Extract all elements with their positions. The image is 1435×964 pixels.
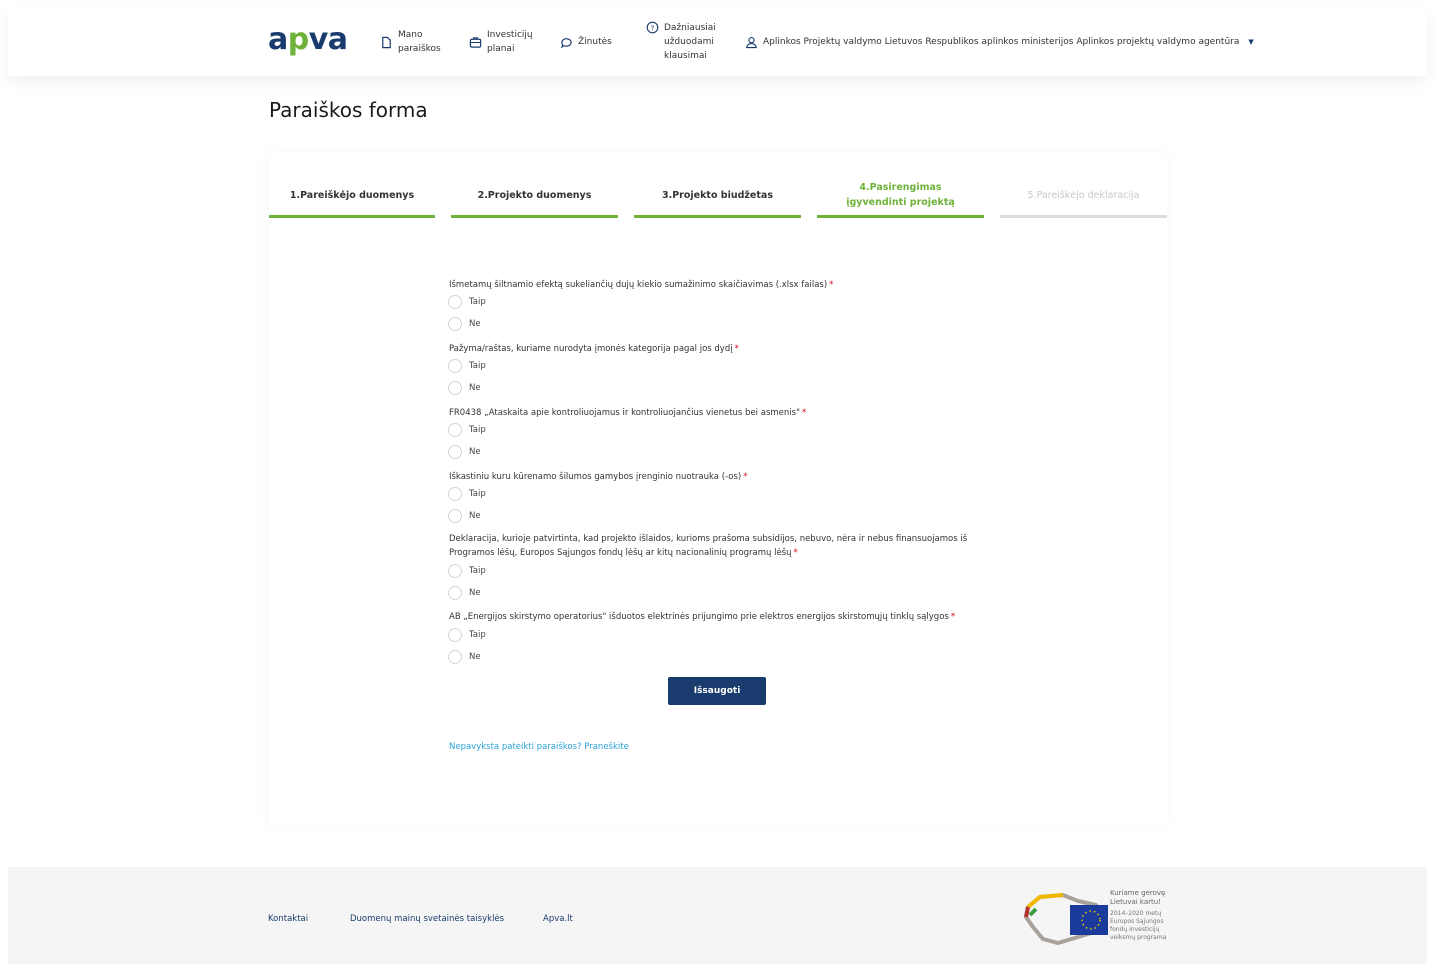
nav-my-applications[interactable]: Mano paraiškos bbox=[380, 8, 441, 76]
step-tab-4[interactable]: 4.Pasirengimas įgyvendinti projektą bbox=[817, 173, 984, 218]
footer-link-apva[interactable]: Apva.lt bbox=[543, 914, 573, 924]
radio-button[interactable] bbox=[448, 359, 462, 373]
step-progress-bar bbox=[269, 215, 435, 218]
user-icon bbox=[745, 36, 758, 48]
question-label: Išmetamų šiltnamio efektą sukeliančių du… bbox=[449, 280, 834, 290]
document-icon bbox=[382, 36, 391, 48]
nav-investment-plans[interactable]: Investicijų planai bbox=[469, 8, 533, 76]
svg-text:?: ? bbox=[651, 23, 655, 32]
radio-option-no[interactable]: Ne bbox=[448, 586, 481, 600]
footer: Kontaktai Duomenų mainų svetainės taisyk… bbox=[8, 867, 1427, 964]
nav-faq[interactable]: ? Dažniausiai užduodami klausimai bbox=[646, 8, 716, 76]
radio-option-yes[interactable]: Taip bbox=[448, 564, 486, 578]
footer-link-data-exchange-rules[interactable]: Duomenų mainų svetainės taisyklės bbox=[350, 914, 504, 924]
step-progress-bar bbox=[451, 215, 618, 218]
apva-logo[interactable]: apva bbox=[268, 22, 348, 57]
question-label: FR0438 „Ataskaita apie kontroliuojamus i… bbox=[449, 408, 807, 418]
radio-button[interactable] bbox=[448, 628, 462, 642]
user-menu[interactable]: Aplinkos Projektų valdymo Lietuvos Respu… bbox=[745, 8, 1254, 76]
page-title: Paraiškos forma bbox=[269, 98, 428, 122]
radio-button[interactable] bbox=[448, 509, 462, 523]
step-progress-bar bbox=[1000, 215, 1167, 218]
step-tab-1[interactable]: 1.Pareiškėjo duomenys bbox=[269, 173, 435, 218]
step-tab-5: 5.Pareiškėjo deklaracija bbox=[1000, 173, 1167, 218]
radio-option-no[interactable]: Ne bbox=[448, 381, 481, 395]
radio-button[interactable] bbox=[448, 423, 462, 437]
radio-button[interactable] bbox=[448, 445, 462, 459]
application-form-card: 1.Pareiškėjo duomenys 2.Projekto duomeny… bbox=[269, 153, 1167, 825]
top-header: apva Mano paraiškos Investicijų planai Ž… bbox=[8, 8, 1427, 76]
radio-button[interactable] bbox=[448, 564, 462, 578]
question-label: AB „Energijos skirstymo operatorius" išd… bbox=[449, 612, 956, 622]
radio-option-yes[interactable]: Taip bbox=[448, 628, 486, 642]
user-name: Aplinkos Projektų valdymo Lietuvos Respu… bbox=[763, 37, 1240, 47]
chevron-down-icon: ▼ bbox=[1248, 38, 1254, 46]
message-icon bbox=[560, 37, 572, 48]
question-label: Iškastiniu kuru kūrenamo šilumos gamybos… bbox=[449, 472, 748, 482]
radio-option-yes[interactable]: Taip bbox=[448, 423, 486, 437]
radio-button[interactable] bbox=[448, 295, 462, 309]
radio-button[interactable] bbox=[448, 586, 462, 600]
radio-button[interactable] bbox=[448, 317, 462, 331]
briefcase-icon bbox=[469, 36, 482, 48]
step-progress-bar bbox=[817, 215, 984, 218]
save-button[interactable]: Išsaugoti bbox=[668, 677, 766, 705]
step-tab-2[interactable]: 2.Projekto duomenys bbox=[451, 173, 618, 218]
radio-option-no[interactable]: Ne bbox=[448, 509, 481, 523]
radio-button[interactable] bbox=[448, 381, 462, 395]
radio-option-no[interactable]: Ne bbox=[448, 445, 481, 459]
report-problem-link[interactable]: Nepavyksta pateikti paraiškos? Praneškit… bbox=[449, 742, 629, 752]
footer-link-contacts[interactable]: Kontaktai bbox=[268, 914, 308, 924]
eu-funds-text: Kuriame gerovę Lietuvai kartu! 2014–2020… bbox=[1110, 889, 1167, 941]
radio-option-no[interactable]: Ne bbox=[448, 650, 481, 664]
question-icon: ? bbox=[646, 21, 659, 34]
question-label: Pažyma/raštas, kuriame nurodyta įmonės k… bbox=[449, 344, 739, 354]
radio-option-yes[interactable]: Taip bbox=[448, 487, 486, 501]
radio-button[interactable] bbox=[448, 650, 462, 664]
radio-option-yes[interactable]: Taip bbox=[448, 295, 486, 309]
nav-messages[interactable]: Žinutės bbox=[560, 8, 612, 76]
step-progress-bar bbox=[634, 215, 801, 218]
question-label: Deklaracija, kurioje patvirtinta, kad pr… bbox=[449, 534, 968, 558]
radio-button[interactable] bbox=[448, 487, 462, 501]
radio-option-yes[interactable]: Taip bbox=[448, 359, 486, 373]
radio-option-no[interactable]: Ne bbox=[448, 317, 481, 331]
lithuania-eu-map-icon bbox=[1023, 892, 1108, 946]
step-tab-3[interactable]: 3.Projekto biudžetas bbox=[634, 173, 801, 218]
